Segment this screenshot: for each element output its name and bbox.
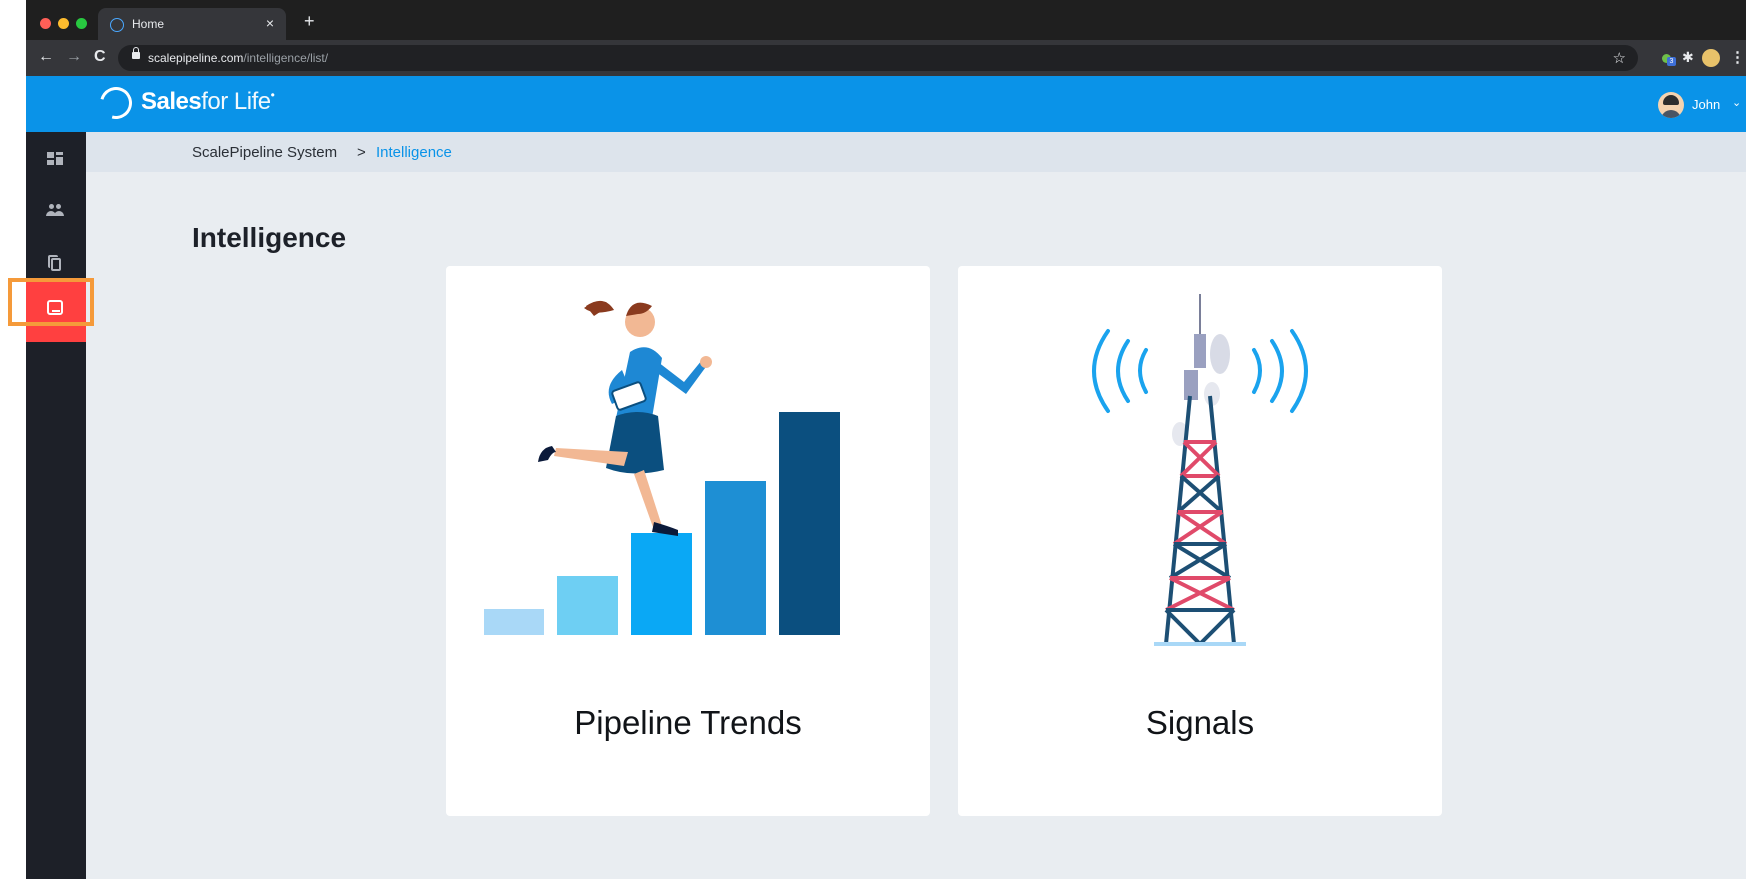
chevron-down-icon[interactable]: ⌄ bbox=[1732, 96, 1741, 109]
tab-favicon-icon bbox=[110, 18, 124, 32]
highlight-annotation-box bbox=[8, 278, 94, 326]
user-avatar[interactable] bbox=[1658, 92, 1684, 118]
site-header: Salesfor Life• John ⌄ bbox=[26, 76, 1746, 132]
brand-logo[interactable]: Salesfor Life• bbox=[141, 88, 275, 116]
signal-tower-illustration-icon bbox=[1092, 294, 1308, 646]
bookmark-star-icon[interactable]: ☆ bbox=[1613, 49, 1626, 67]
back-arrow-icon[interactable]: ← bbox=[38, 48, 54, 66]
documents-icon bbox=[46, 254, 64, 272]
breadcrumb: ScalePipeline System > Intelligence bbox=[86, 132, 1746, 172]
tab-bar: Home × + bbox=[26, 0, 1746, 40]
signals-label: Signals bbox=[1145, 704, 1255, 741]
forward-arrow-icon[interactable]: → bbox=[66, 48, 82, 66]
left-sidebar bbox=[26, 132, 86, 879]
sidebar-item-users[interactable] bbox=[26, 184, 86, 240]
close-window-button[interactable] bbox=[40, 18, 51, 29]
pipeline-trends-card[interactable]: Pipeline Trends bbox=[446, 266, 930, 816]
tab-close-icon[interactable]: × bbox=[266, 15, 274, 31]
minimize-window-button[interactable] bbox=[58, 18, 69, 29]
main-content: Intelligence Pipeline Trends Signals bbox=[86, 172, 1746, 879]
lock-icon bbox=[132, 47, 140, 59]
logo-mark: • bbox=[270, 88, 275, 102]
logo-bold-text: Sales bbox=[141, 88, 202, 115]
users-icon bbox=[46, 202, 64, 220]
browser-window: Home × + ← → C scalepipeline.com/intelli… bbox=[26, 0, 1746, 879]
new-tab-button[interactable]: + bbox=[304, 12, 315, 30]
url-host: scalepipeline.com bbox=[148, 51, 244, 65]
screenshot-canvas: Home × + ← → C scalepipeline.com/intelli… bbox=[0, 0, 1746, 879]
breadcrumb-separator: > bbox=[357, 144, 366, 161]
logo-ring-icon bbox=[94, 81, 138, 125]
page-title: Intelligence bbox=[192, 222, 347, 253]
extension-badge-icon[interactable] bbox=[1662, 52, 1676, 66]
signals-card[interactable]: Signals bbox=[958, 266, 1442, 816]
tab-title: Home bbox=[132, 17, 165, 31]
url-path: /intelligence/list/ bbox=[243, 51, 329, 65]
maximize-window-button[interactable] bbox=[76, 18, 87, 29]
dashboard-icon bbox=[46, 150, 64, 168]
breadcrumb-root-link[interactable]: ScalePipeline System bbox=[192, 144, 337, 161]
pipeline-trends-label: Pipeline Trends bbox=[574, 704, 802, 741]
browser-toolbar: ← → C scalepipeline.com/intelligence/lis… bbox=[26, 40, 1746, 76]
profile-avatar-icon[interactable] bbox=[1702, 49, 1720, 67]
user-name[interactable]: John bbox=[1692, 97, 1720, 112]
logo-light-text: for Life bbox=[201, 88, 271, 115]
address-bar[interactable]: scalepipeline.com/intelligence/list/ ☆ bbox=[118, 45, 1638, 71]
reload-icon[interactable]: C bbox=[94, 48, 106, 66]
browser-menu-icon[interactable]: ⋮ bbox=[1730, 48, 1745, 66]
extensions-puzzle-icon[interactable]: ✱ bbox=[1682, 49, 1696, 65]
pipeline-trends-illustration-icon bbox=[484, 300, 840, 635]
sidebar-item-dashboard[interactable] bbox=[26, 132, 86, 188]
browser-tab-home[interactable]: Home × bbox=[98, 8, 286, 40]
breadcrumb-current: Intelligence bbox=[376, 144, 452, 161]
url-text[interactable]: scalepipeline.com/intelligence/list/ bbox=[148, 51, 328, 65]
